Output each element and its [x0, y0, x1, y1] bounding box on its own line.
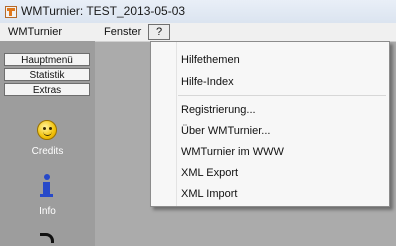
- menu-item-www[interactable]: WMTurnier im WWW: [181, 145, 284, 159]
- info-icon: [40, 174, 54, 200]
- menu-item-xml-import[interactable]: XML Import: [181, 187, 237, 201]
- sidebar: Hauptmenü Statistik Extras Credits Info: [0, 41, 95, 246]
- menu-item-registrierung[interactable]: Registrierung...: [181, 103, 256, 117]
- menu-fenster[interactable]: Fenster: [104, 25, 141, 39]
- help-dropdown-menu: Hilfethemen Hilfe-Index Registrierung...…: [150, 41, 390, 207]
- tab-extras[interactable]: Extras: [4, 83, 90, 96]
- credits-button[interactable]: Credits: [0, 120, 95, 162]
- info-label: Info: [39, 206, 56, 217]
- tab-statistik[interactable]: Statistik: [4, 68, 90, 81]
- menu-item-hilfe-index[interactable]: Hilfe-Index: [181, 75, 234, 89]
- title-bar: WMTurnier: TEST_2013-05-03: [0, 0, 396, 24]
- menu-bar: WMTurnier Fenster ?: [0, 23, 396, 42]
- tab-hauptmenue[interactable]: Hauptmenü: [4, 53, 90, 66]
- partial-button[interactable]: [0, 233, 95, 246]
- menu-gutter: [176, 42, 177, 206]
- credits-label: Credits: [31, 146, 64, 157]
- menu-separator: [178, 95, 386, 96]
- menu-item-xml-export[interactable]: XML Export: [181, 166, 238, 180]
- window-title: WMTurnier: TEST_2013-05-03: [21, 4, 186, 18]
- menu-help[interactable]: ?: [148, 24, 171, 40]
- smiley-icon: [37, 120, 57, 140]
- info-button[interactable]: Info: [0, 174, 95, 220]
- menu-item-hilfethemen[interactable]: Hilfethemen: [181, 53, 240, 67]
- hook-icon: [40, 233, 54, 243]
- menu-wmturnier[interactable]: WMTurnier: [8, 25, 62, 39]
- menu-item-ueber[interactable]: Über WMTurnier...: [181, 124, 270, 138]
- app-icon: [5, 6, 17, 18]
